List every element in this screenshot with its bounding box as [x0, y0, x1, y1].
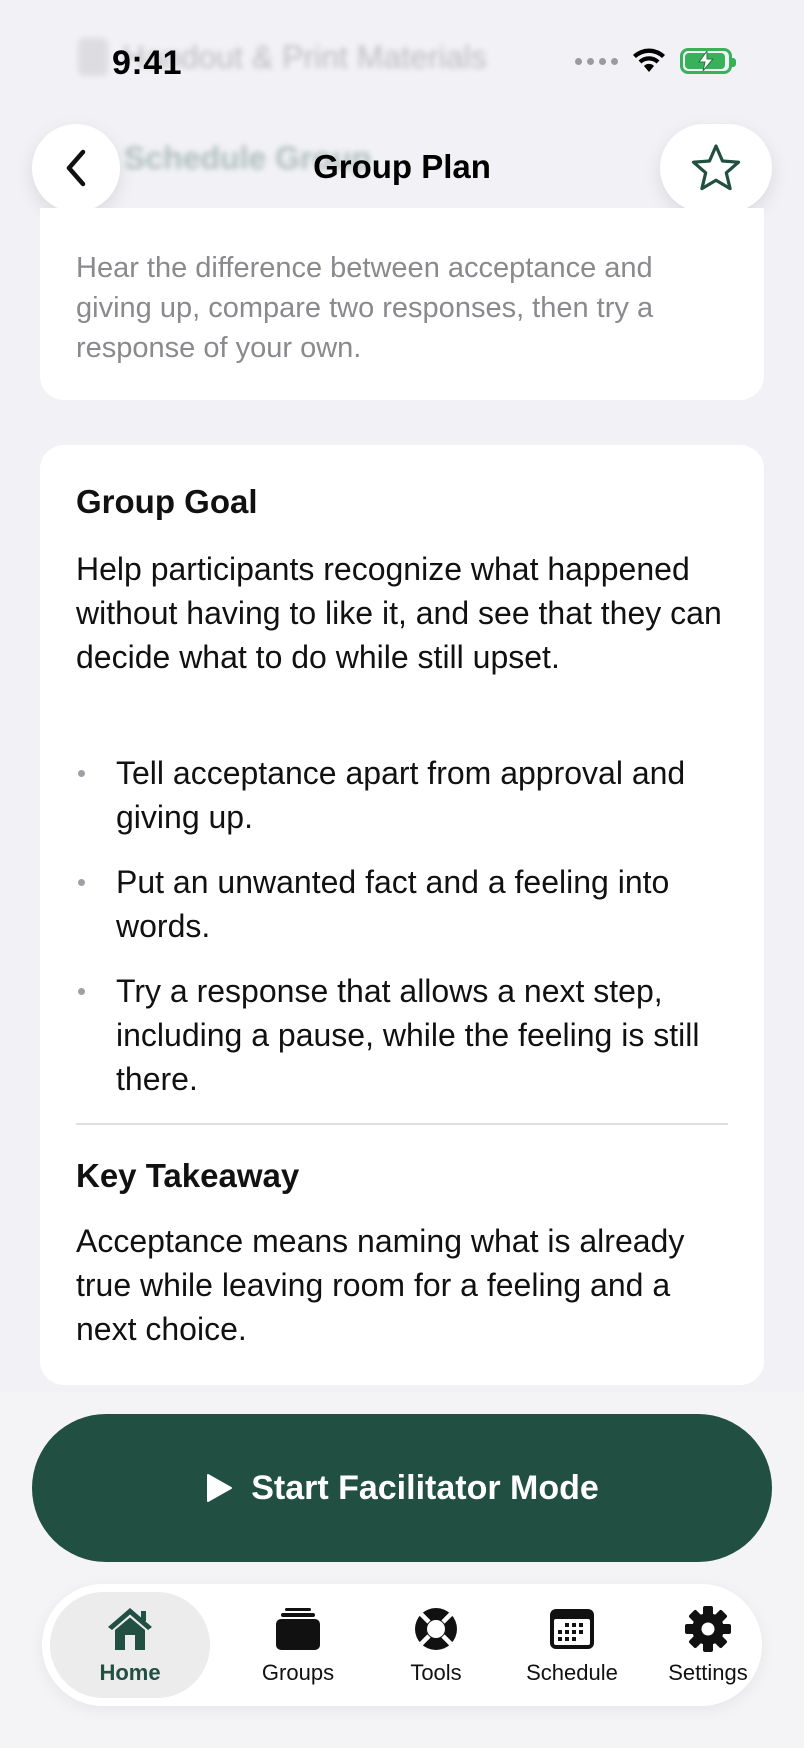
bullet-text: Put an unwanted fact and a feeling into … — [116, 864, 670, 944]
group-plan-screen: Handout & Print Materials Schedule Group… — [0, 0, 804, 1748]
status-bar: 9:41 — [0, 0, 804, 120]
start-facilitator-mode-button[interactable]: Start Facilitator Mode — [32, 1414, 772, 1562]
tab-home[interactable]: Home — [50, 1592, 210, 1698]
list-item: Put an unwanted fact and a feeling into … — [76, 860, 728, 948]
start-button-label: Start Facilitator Mode — [251, 1468, 599, 1507]
status-indicators — [575, 48, 736, 74]
star-icon — [691, 144, 741, 191]
bullet-text: Try a response that allows a next step, … — [116, 973, 700, 1097]
tab-groups[interactable]: Groups — [228, 1592, 368, 1698]
bullet-dot-icon — [78, 988, 85, 995]
bullet-text: Tell acceptance apart from approval and … — [116, 755, 686, 835]
play-icon — [207, 1474, 233, 1502]
bullet-dot-icon — [78, 770, 85, 777]
key-takeaway-heading: Key Takeaway — [76, 1157, 300, 1194]
group-goal-description: Help participants recognize what happene… — [76, 551, 722, 675]
tab-schedule[interactable]: Schedule — [502, 1592, 642, 1698]
tab-settings[interactable]: Settings — [638, 1592, 778, 1698]
favorite-button[interactable] — [660, 124, 772, 212]
section-divider — [76, 1123, 728, 1125]
tab-label: Tools — [410, 1660, 462, 1685]
wifi-icon — [633, 48, 665, 72]
stack-icon — [276, 1608, 320, 1650]
summary-card: Hear the difference between acceptance a… — [40, 208, 764, 400]
summary-text: Hear the difference between acceptance a… — [76, 252, 654, 364]
bullet-dot-icon — [78, 879, 85, 886]
tab-label: Groups — [261, 1660, 335, 1685]
gear-icon — [685, 1606, 731, 1652]
list-item: Try a response that allows a next step, … — [76, 969, 728, 1101]
house-icon — [108, 1608, 152, 1650]
cellular-signal-icon — [575, 57, 618, 65]
goal-card: Group Goal Help participants recognize w… — [40, 445, 764, 1385]
tab-bar: Home Groups Tools Schedule Settings — [42, 1584, 762, 1706]
battery-charging-icon — [680, 48, 736, 74]
tab-label: Schedule — [526, 1660, 618, 1685]
group-goal-heading: Group Goal — [76, 483, 258, 520]
goal-bullet-list: Tell acceptance apart from approval and … — [76, 751, 728, 1122]
list-item: Tell acceptance apart from approval and … — [76, 751, 728, 839]
tab-label: Home — [99, 1660, 161, 1685]
calendar-icon — [550, 1609, 594, 1649]
key-takeaway-text: Acceptance means naming what is already … — [76, 1223, 685, 1347]
tab-label: Settings — [668, 1660, 748, 1685]
tab-tools[interactable]: Tools — [366, 1592, 506, 1698]
status-time: 9:41 — [112, 44, 183, 82]
lifebuoy-icon — [415, 1608, 457, 1650]
